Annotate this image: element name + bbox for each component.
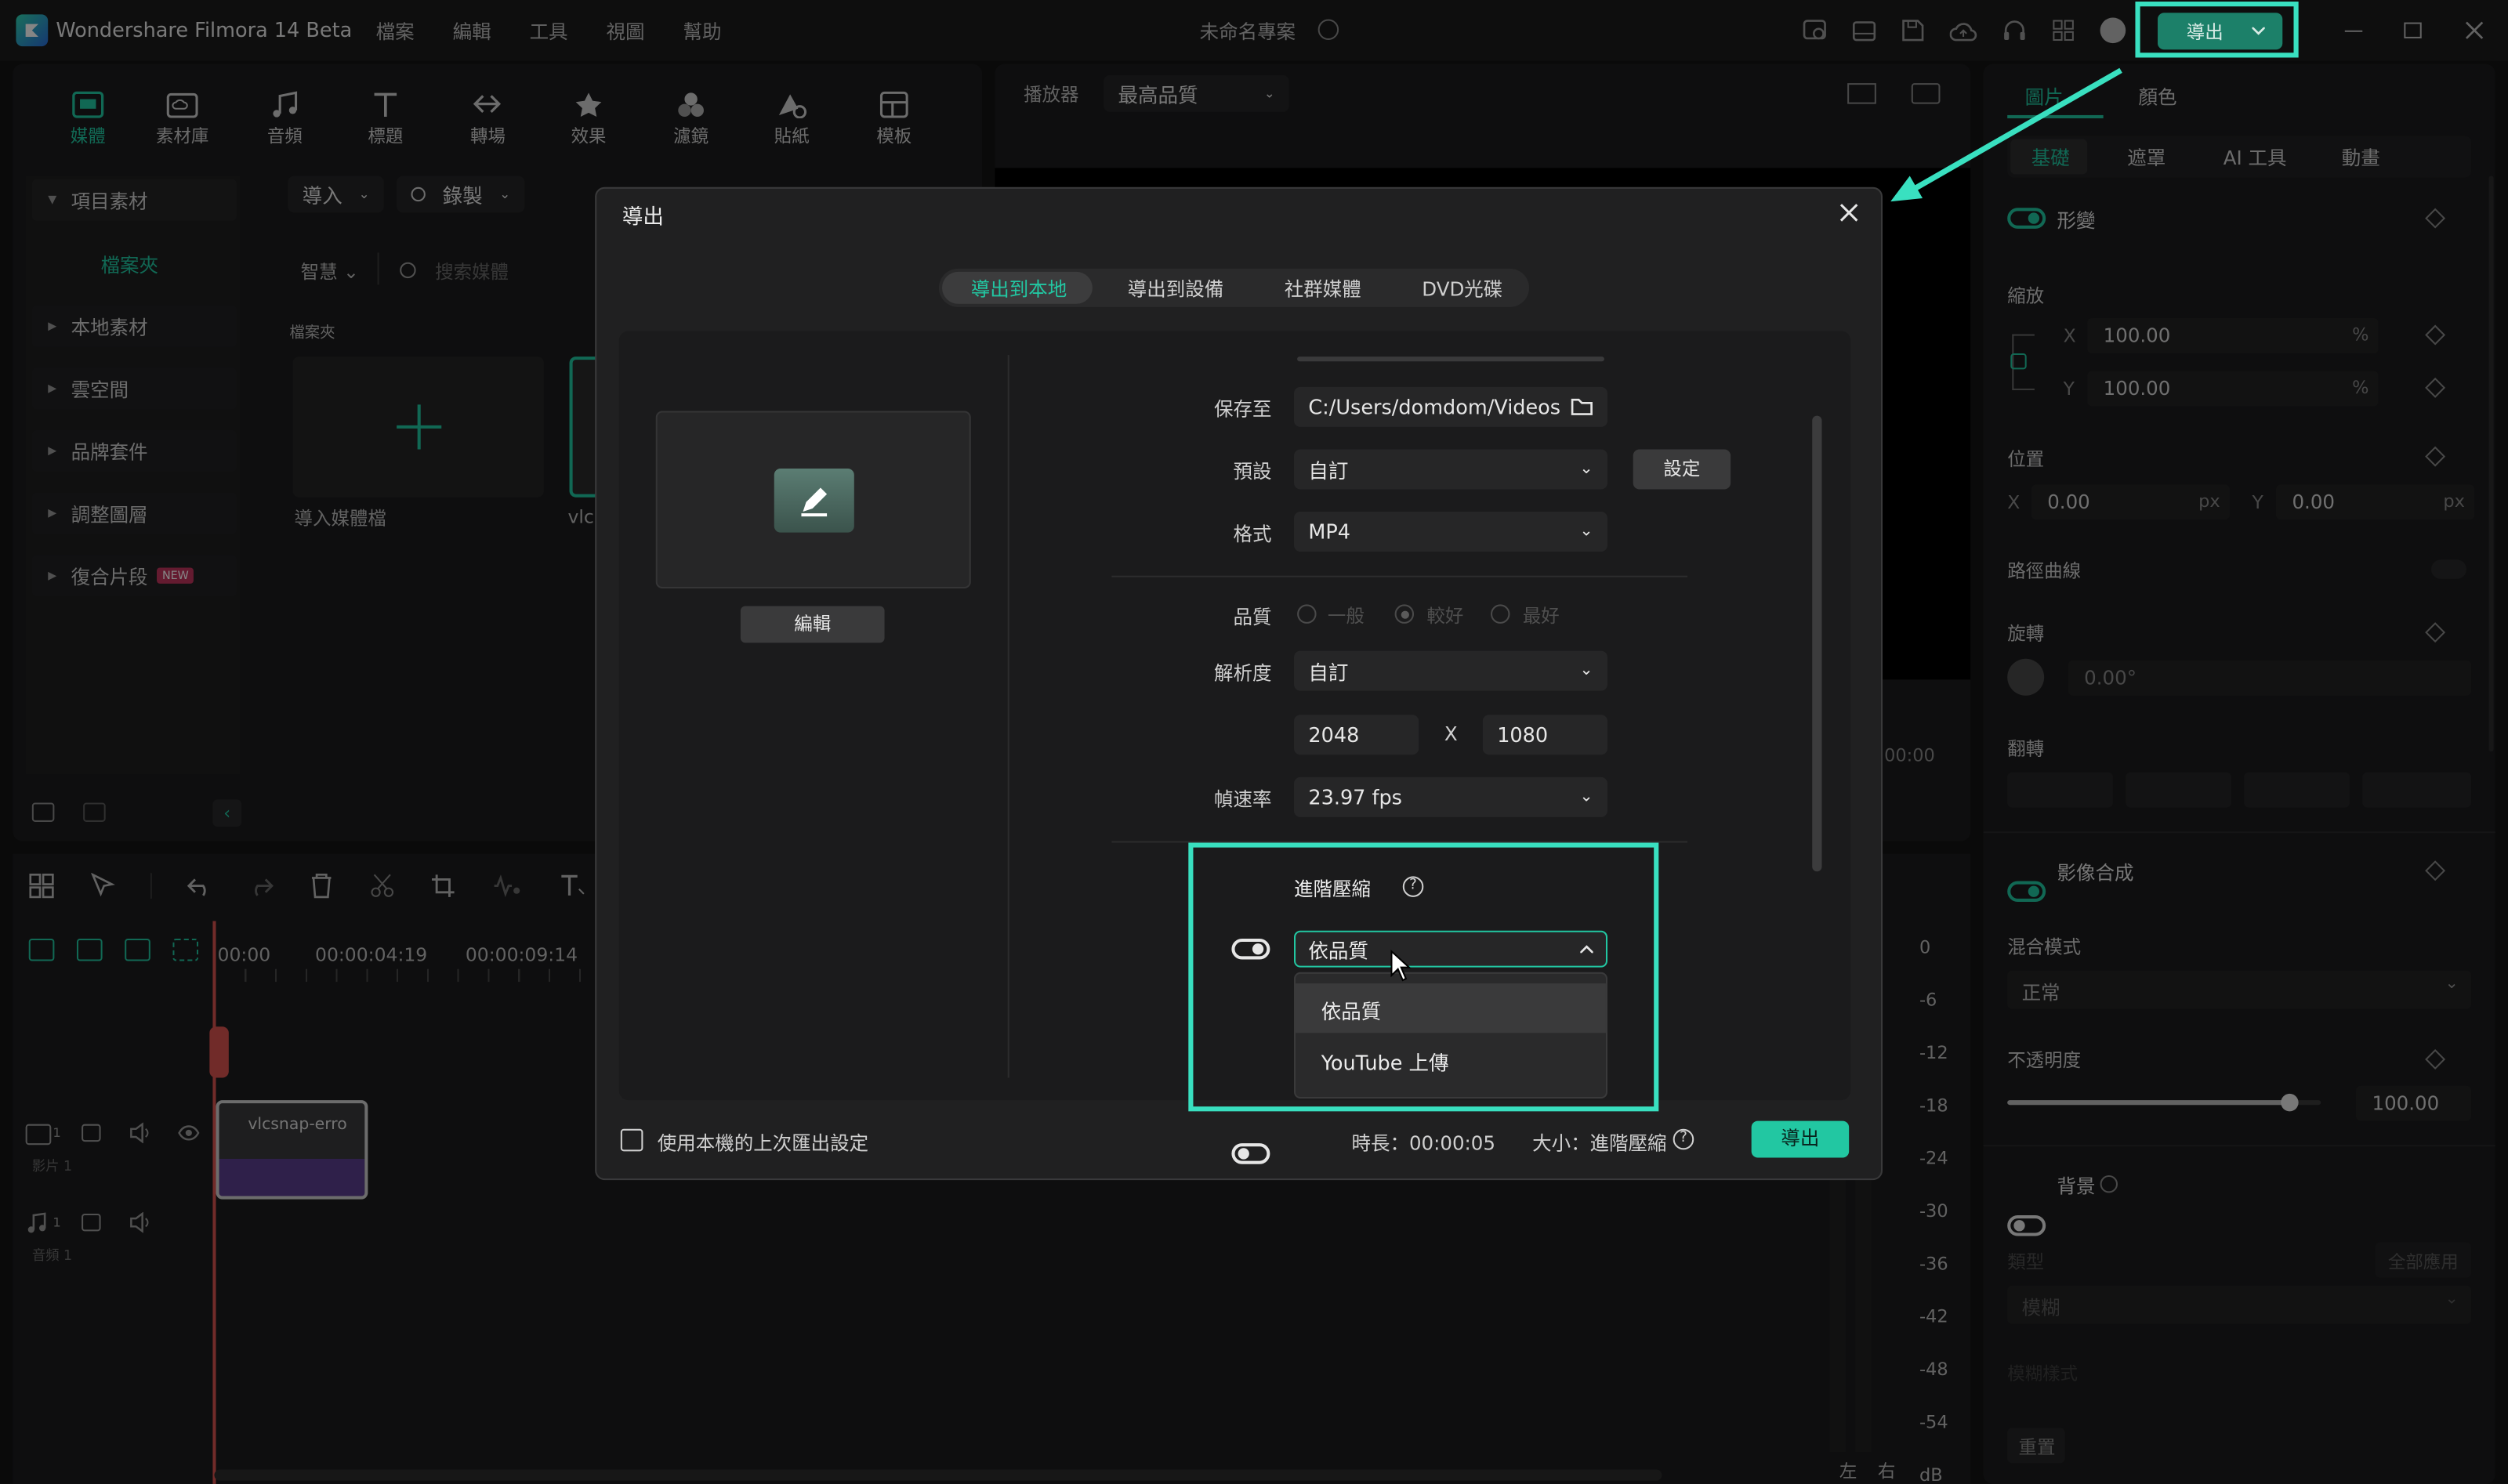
scroll-fade-edge <box>1297 357 1604 362</box>
remember-settings-checkbox[interactable] <box>620 1128 643 1152</box>
size-text: 大小：進階壓縮 <box>1532 1131 1667 1155</box>
chevron-down-icon <box>2252 27 2265 35</box>
second-toggle[interactable] <box>1231 1143 1270 1164</box>
tab-export-local[interactable]: 導出到本地 <box>971 275 1067 302</box>
save-path-field[interactable]: C:/Users/domdom/Videos <box>1294 386 1608 427</box>
divider <box>1111 575 1688 577</box>
dialog-title: 導出 <box>622 206 664 230</box>
settings-scrollbar[interactable] <box>1812 415 1822 872</box>
duration-text: 時長：00:00:05 <box>1351 1131 1495 1155</box>
quality-better-radio[interactable] <box>1394 604 1415 624</box>
resolution-select[interactable]: 自訂 ⌄ <box>1294 650 1608 691</box>
quality-normal-radio[interactable] <box>1297 604 1317 624</box>
resolution-label: 解析度 <box>1213 661 1272 685</box>
dimension-separator: X <box>1444 722 1458 746</box>
remember-settings-label: 使用本機的上次匯出設定 <box>657 1131 869 1155</box>
chevron-down-icon: ⌄ <box>1579 523 1593 541</box>
format-select[interactable]: MP4 ⌄ <box>1294 512 1608 552</box>
quality-normal-label: 一般 <box>1327 604 1365 627</box>
chevron-down-icon: ⌄ <box>1579 788 1593 806</box>
quality-best-label: 最好 <box>1522 604 1560 627</box>
folder-icon <box>1571 398 1593 415</box>
top-export-button-active[interactable]: 導出 <box>2158 13 2283 50</box>
save-to-label: 保存至 <box>1213 398 1272 421</box>
height-input[interactable]: 1080 <box>1482 715 1608 755</box>
width-input[interactable]: 2048 <box>1294 715 1419 755</box>
divider <box>1007 355 1009 1078</box>
close-icon[interactable] <box>1838 201 1861 224</box>
help-icon[interactable]: ? <box>1673 1128 1694 1150</box>
quality-better-label: 較好 <box>1426 604 1464 627</box>
framerate-label: 幀速率 <box>1213 788 1272 811</box>
tab-dvd[interactable]: DVD光碟 <box>1422 275 1502 302</box>
chevron-down-icon: ⌄ <box>1579 460 1593 479</box>
thumbnail-preview <box>655 411 971 589</box>
advanced-compression-highlight <box>1188 842 1659 1112</box>
edit-thumbnail-button[interactable]: 編輯 <box>740 606 885 643</box>
preset-label: 預設 <box>1233 460 1272 483</box>
tab-social-media[interactable]: 社群媒體 <box>1285 275 1361 302</box>
edit-thumbnail-icon <box>773 467 854 532</box>
quality-best-radio[interactable] <box>1491 604 1510 624</box>
chevron-down-icon: ⌄ <box>1579 661 1593 680</box>
framerate-select[interactable]: 23.97 fps ⌄ <box>1294 776 1608 817</box>
settings-button[interactable]: 設定 <box>1633 449 1731 490</box>
format-label: 格式 <box>1233 523 1272 545</box>
tab-export-device[interactable]: 導出到設備 <box>1128 275 1223 302</box>
quality-label: 品質 <box>1233 606 1272 629</box>
export-button[interactable]: 導出 <box>1751 1120 1850 1158</box>
preset-select[interactable]: 自訂 ⌄ <box>1294 449 1608 490</box>
annotation-arrow <box>1890 67 2122 202</box>
